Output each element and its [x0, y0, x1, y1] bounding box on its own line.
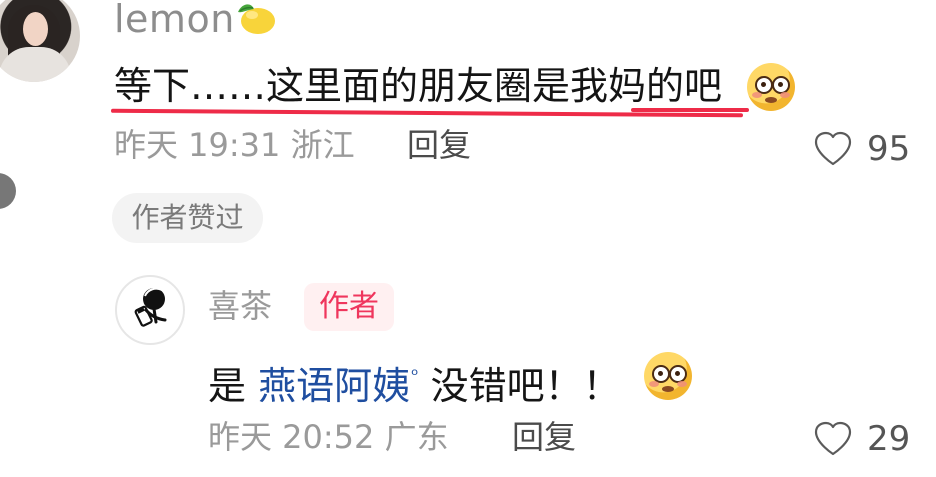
- comment-like-count: 95: [867, 129, 911, 169]
- reply-like-button[interactable]: 29: [813, 417, 923, 461]
- flushed-face-icon: [747, 63, 795, 111]
- scroll-indicator-dot: [0, 173, 16, 209]
- heart-icon: [814, 421, 852, 456]
- reply-meta: 昨天 20:52 广东: [208, 418, 449, 456]
- comment-text-content: 等下……这里面的朋友圈是我妈的吧: [114, 64, 723, 108]
- author-liked-chip: 作者赞过: [112, 193, 263, 243]
- heart-icon: [814, 131, 852, 166]
- comment-like-button[interactable]: 95: [813, 127, 923, 171]
- reply-reply-button[interactable]: 回复: [512, 416, 576, 458]
- comment-meta: 昨天 19:31 浙江: [114, 126, 355, 164]
- mention-link[interactable]: 燕语阿姨: [258, 364, 410, 408]
- reply-text: 是 燕语阿姨ᵒ 没错吧！！: [208, 353, 621, 409]
- mention-icon: ᵒ: [411, 365, 419, 386]
- comment-username[interactable]: lemon: [114, 0, 235, 41]
- heytea-logo-icon: [134, 287, 167, 327]
- comment-reply-button[interactable]: 回复: [407, 124, 471, 166]
- commenter-avatar[interactable]: [0, 0, 80, 82]
- red-underline-annotation: [631, 108, 749, 112]
- flushed-face-icon: [644, 352, 692, 400]
- comment-text: 等下……这里面的朋友圈是我妈的吧: [114, 63, 722, 109]
- author-avatar[interactable]: [115, 275, 185, 345]
- reply-like-count: 29: [867, 419, 911, 459]
- reply-author-name[interactable]: 喜茶: [208, 285, 272, 327]
- reply-prefix: 是: [208, 364, 259, 408]
- lemon-icon: [238, 4, 275, 34]
- reply-suffix: 没错吧！！: [418, 364, 621, 408]
- author-badge: 作者: [304, 283, 394, 331]
